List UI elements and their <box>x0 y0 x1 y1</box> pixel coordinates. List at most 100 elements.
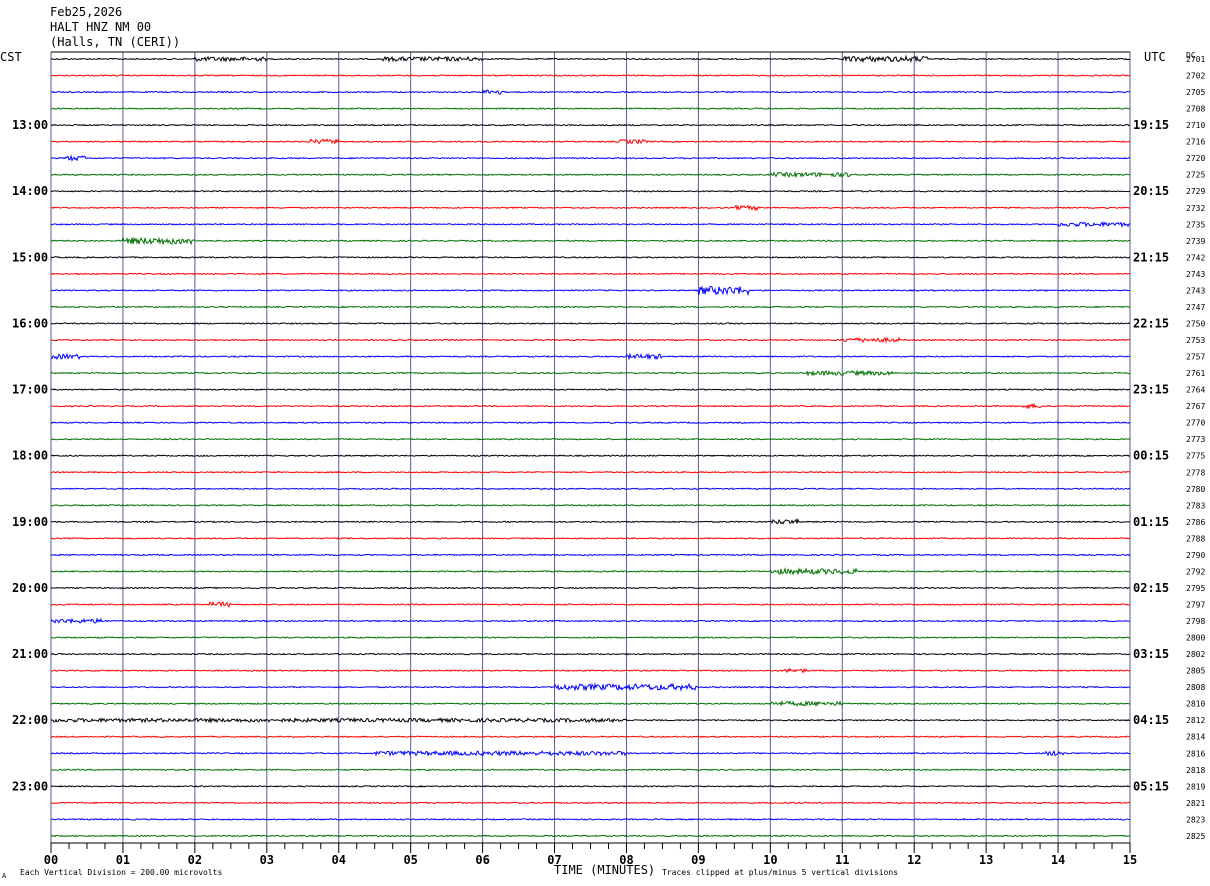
time-tick-label: 14 <box>1051 853 1065 867</box>
seismic-trace-25 <box>50 470 1131 474</box>
cst-hour-label: 17:00 <box>12 383 48 397</box>
dc-offset-label: 2710 <box>1186 121 1205 130</box>
seismic-trace-9 <box>50 204 1131 212</box>
utc-hour-label: 00:15 <box>1133 449 1169 463</box>
footer-corner-mark: A <box>2 872 7 880</box>
dc-offset-label: 2778 <box>1186 468 1205 477</box>
seismic-trace-11 <box>50 236 1131 246</box>
time-tick-label: 15 <box>1123 853 1137 867</box>
dc-offset-label: 2775 <box>1186 452 1205 461</box>
dc-offset-label: 2821 <box>1186 799 1205 808</box>
dc-offset-label: 2761 <box>1186 369 1205 378</box>
dc-offset-label: 2725 <box>1186 171 1205 180</box>
seismic-trace-4 <box>50 123 1131 127</box>
header-location: (Halls, TN (CERI)) <box>50 35 180 49</box>
right-axis-label: UTC <box>1144 50 1166 64</box>
dc-offset-label: 2773 <box>1186 435 1205 444</box>
utc-hour-label: 23:15 <box>1133 383 1169 397</box>
time-tick-label: 00 <box>44 853 58 867</box>
seismic-trace-7 <box>50 171 1131 179</box>
seismic-trace-19 <box>50 369 1131 377</box>
dc-offset-label: 2812 <box>1186 716 1205 725</box>
cst-hour-label: 23:00 <box>12 779 48 793</box>
seismic-trace-2 <box>50 88 1131 95</box>
dc-offset-label: 2814 <box>1186 733 1205 742</box>
cst-hour-label: 15:00 <box>12 250 48 264</box>
utc-hour-label: 19:15 <box>1133 118 1169 132</box>
label-layer: 13:00 14:00 15:00 16:00 17:00 18:00 19:00 20:00… <box>12 55 1205 841</box>
cst-hour-label: 19:00 <box>12 515 48 529</box>
utc-hour-label: 03:15 <box>1133 647 1169 661</box>
seismic-trace-45 <box>50 801 1131 805</box>
seismic-trace-27 <box>50 503 1131 507</box>
dc-offset-label: 2798 <box>1186 617 1205 626</box>
time-tick-label: 05 <box>403 853 417 867</box>
dc-offset-label: 2800 <box>1186 634 1205 643</box>
dc-offset-label: 2802 <box>1186 650 1205 659</box>
seismic-trace-6 <box>50 154 1131 162</box>
seismic-trace-42 <box>50 749 1131 757</box>
helicorder-plot: Feb25,2026 HALT HNZ NM 00 (Halls, TN (CE… <box>0 5 1205 880</box>
seismic-trace-26 <box>50 487 1131 491</box>
seismic-trace-12 <box>50 256 1131 259</box>
dc-offset-label: 2729 <box>1186 187 1205 196</box>
dc-offset-label: 2764 <box>1186 386 1205 395</box>
seismic-trace-31 <box>50 567 1131 576</box>
dc-offset-label: 2795 <box>1186 584 1205 593</box>
seismic-trace-3 <box>50 107 1131 110</box>
dc-offset-label: 2716 <box>1186 138 1205 147</box>
dc-offset-label: 2767 <box>1186 402 1205 411</box>
dc-offset-label: 2790 <box>1186 551 1205 560</box>
seismic-trace-17 <box>50 336 1131 344</box>
seismic-trace-15 <box>50 305 1131 309</box>
dc-offset-label: 2708 <box>1186 105 1205 114</box>
dc-offset-label: 2742 <box>1186 253 1205 262</box>
dc-offset-label: 2797 <box>1186 600 1205 609</box>
seismic-trace-28 <box>51 518 1131 525</box>
time-tick-label: 06 <box>475 853 489 867</box>
dc-offset-label: 2757 <box>1186 353 1205 362</box>
utc-hour-label: 02:15 <box>1133 581 1169 595</box>
time-tick-label: 02 <box>188 853 202 867</box>
seismic-trace-35 <box>50 636 1131 639</box>
cst-hour-label: 14:00 <box>12 184 48 198</box>
dc-offset-label: 2780 <box>1186 485 1205 494</box>
header-station: HALT HNZ NM 00 <box>50 20 151 34</box>
seismic-trace-14 <box>50 285 1131 297</box>
seismic-trace-34 <box>50 617 1131 625</box>
seismic-trace-30 <box>50 553 1131 557</box>
seismic-trace-43 <box>50 768 1131 772</box>
seismic-trace-5 <box>50 137 1131 145</box>
dc-offset-label: 2701 <box>1186 55 1205 64</box>
time-tick-label: 04 <box>332 853 346 867</box>
utc-hour-label: 21:15 <box>1133 250 1169 264</box>
seismic-trace-44 <box>50 785 1131 788</box>
dc-offset-label: 2739 <box>1186 237 1205 246</box>
seismic-trace-37 <box>50 667 1131 674</box>
seismic-trace-36 <box>50 652 1131 656</box>
utc-hour-label: 05:15 <box>1133 779 1169 793</box>
seismic-trace-18 <box>50 352 1131 361</box>
dc-offset-label: 2753 <box>1186 336 1205 345</box>
dc-offset-label: 2735 <box>1186 220 1205 229</box>
seismic-trace-21 <box>50 402 1131 410</box>
time-tick-label: 12 <box>907 853 921 867</box>
seismic-trace-0 <box>50 54 1131 64</box>
seismic-trace-29 <box>50 537 1131 540</box>
time-tick-label: 11 <box>835 853 849 867</box>
seismic-trace-1 <box>50 74 1131 77</box>
dc-offset-label: 2770 <box>1186 419 1205 428</box>
cst-hour-label: 20:00 <box>12 581 48 595</box>
dc-offset-label: 2702 <box>1186 72 1205 81</box>
dc-offset-label: 2792 <box>1186 567 1205 576</box>
seismic-trace-22 <box>50 421 1131 425</box>
time-tick-label: 03 <box>260 853 274 867</box>
time-tick-label: 10 <box>763 853 777 867</box>
seismic-trace-33 <box>50 601 1131 608</box>
utc-hour-label: 01:15 <box>1133 515 1169 529</box>
seismic-trace-23 <box>51 437 1131 441</box>
time-tick-label: 09 <box>691 853 705 867</box>
seismic-trace-8 <box>50 189 1131 193</box>
cst-hour-label: 16:00 <box>12 316 48 330</box>
dc-offset-label: 2819 <box>1186 782 1205 791</box>
